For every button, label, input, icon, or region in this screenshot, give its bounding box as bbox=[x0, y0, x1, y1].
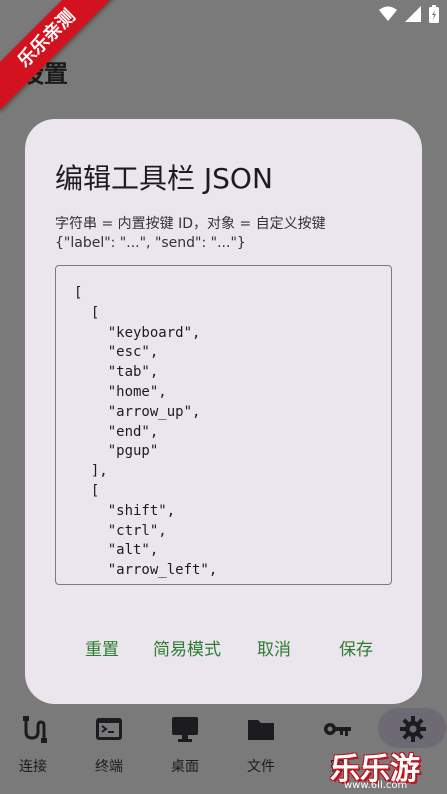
wifi-icon bbox=[379, 6, 397, 26]
save-button[interactable]: 保存 bbox=[339, 635, 373, 660]
gear-icon bbox=[398, 714, 428, 744]
cancel-button[interactable]: 取消 bbox=[257, 635, 291, 660]
dialog-description-line1: 字符串 = 内置按键 ID，对象 = 自定义按键 bbox=[55, 216, 326, 232]
key-icon bbox=[322, 714, 352, 744]
nav-label-desktop: 桌面 bbox=[171, 759, 199, 775]
edit-toolbar-dialog: 编辑工具栏 JSON 字符串 = 内置按键 ID，对象 = 自定义按键 {"la… bbox=[25, 119, 422, 704]
simple-mode-button[interactable]: 简易模式 bbox=[153, 635, 221, 660]
dialog-description: 字符串 = 内置按键 ID，对象 = 自定义按键 {"label": "..."… bbox=[55, 215, 405, 253]
nav-label-connect: 连接 bbox=[19, 759, 47, 775]
cable-icon bbox=[18, 714, 48, 744]
nav-label-terminal: 终端 bbox=[95, 759, 123, 775]
status-icons bbox=[379, 5, 439, 27]
dialog-actions: 重置 简易模式 取消 保存 bbox=[25, 631, 422, 661]
monitor-icon bbox=[170, 714, 200, 744]
logo-url: www.6ll.com bbox=[344, 780, 408, 791]
signal-icon bbox=[405, 6, 421, 26]
dialog-title: 编辑工具栏 JSON bbox=[55, 162, 273, 195]
terminal-icon bbox=[94, 714, 124, 744]
nav-item-connect[interactable]: 连接 bbox=[0, 700, 68, 794]
nav-item-terminal[interactable]: 终端 bbox=[74, 700, 144, 794]
folder-icon bbox=[246, 714, 276, 744]
reset-button[interactable]: 重置 bbox=[85, 635, 119, 660]
json-editor[interactable]: [ [ "keyboard", "esc", "tab", "home", "a… bbox=[55, 265, 392, 585]
json-editor-text[interactable]: [ [ "keyboard", "esc", "tab", "home", "a… bbox=[74, 284, 217, 581]
nav-item-files[interactable]: 文件 bbox=[226, 700, 296, 794]
nav-item-desktop[interactable]: 桌面 bbox=[150, 700, 220, 794]
nav-label-files: 文件 bbox=[247, 759, 275, 775]
battery-icon bbox=[429, 5, 439, 27]
dialog-description-line2: {"label": "...", "send": "..."} bbox=[55, 235, 246, 251]
